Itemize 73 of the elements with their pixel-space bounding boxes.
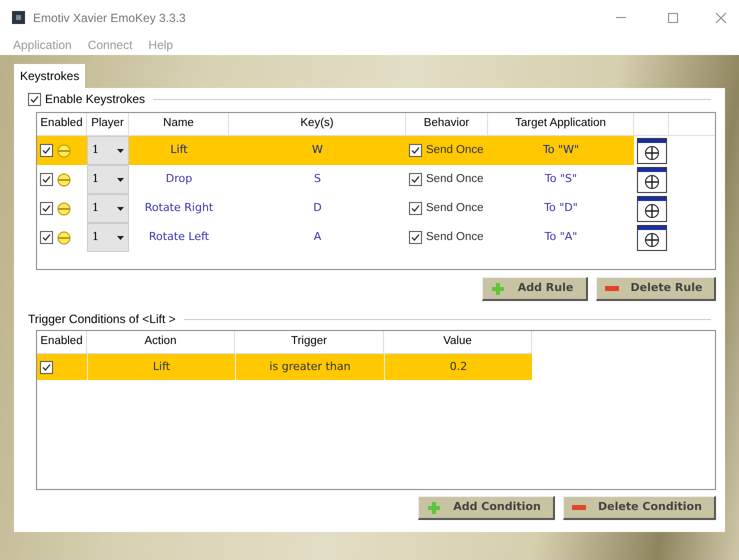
checkbox[interactable] bbox=[40, 231, 53, 244]
checkbox[interactable] bbox=[40, 360, 53, 374]
window-title: Emotiv Xavier EmoKey 3.3.3 bbox=[33, 10, 186, 26]
window-selector-button[interactable] bbox=[636, 138, 666, 164]
checkbox[interactable] bbox=[40, 144, 53, 157]
checkbox[interactable] bbox=[409, 173, 422, 186]
window-selector-button[interactable] bbox=[636, 196, 666, 222]
bulb-icon bbox=[57, 144, 71, 158]
checkbox[interactable] bbox=[409, 144, 422, 157]
menu-item[interactable]: Application bbox=[13, 36, 72, 54]
app-icon bbox=[12, 11, 25, 24]
checkbox[interactable] bbox=[40, 202, 53, 215]
crosshair-icon bbox=[644, 232, 660, 248]
minus-icon bbox=[572, 504, 586, 510]
behavior-label: Send Once bbox=[426, 230, 484, 245]
player-dropdown[interactable]: 1 bbox=[87, 194, 129, 223]
column-header: Target Application bbox=[488, 113, 634, 135]
check-icon bbox=[29, 94, 40, 104]
add-button[interactable]: Add Rule bbox=[482, 277, 588, 301]
check-icon bbox=[41, 203, 52, 214]
crosshair-icon bbox=[644, 144, 660, 160]
caret-icon bbox=[117, 178, 124, 182]
minus-icon bbox=[605, 286, 619, 292]
checkbox[interactable] bbox=[409, 202, 422, 215]
player-dropdown[interactable]: 1 bbox=[87, 165, 129, 194]
check-icon bbox=[41, 174, 52, 185]
window-selector-button[interactable] bbox=[636, 224, 666, 250]
add-button[interactable]: Add Condition bbox=[418, 496, 555, 520]
bulb-icon bbox=[57, 202, 71, 216]
checkbox[interactable] bbox=[28, 92, 41, 106]
close-icon[interactable] bbox=[715, 12, 727, 24]
player-dropdown[interactable]: 1 bbox=[87, 223, 129, 252]
section-title: Trigger Conditions of <Lift > bbox=[28, 311, 176, 328]
table-cell: Lift bbox=[129, 136, 229, 165]
check-icon bbox=[410, 174, 421, 185]
checkbox[interactable] bbox=[409, 231, 422, 244]
crosshair-icon bbox=[644, 202, 660, 218]
table-cell: is greater than bbox=[235, 354, 384, 380]
behavior-label: Send Once bbox=[426, 172, 484, 187]
caret-icon bbox=[117, 236, 124, 240]
plus-icon bbox=[491, 282, 505, 296]
table-cell: W bbox=[229, 136, 406, 165]
crosshair-icon bbox=[644, 174, 660, 190]
check-icon bbox=[410, 203, 421, 214]
check-icon bbox=[41, 362, 52, 372]
window-selector-button[interactable] bbox=[636, 166, 666, 192]
bulb-icon bbox=[57, 172, 71, 186]
delete-button[interactable]: Delete Condition bbox=[563, 496, 716, 520]
column-header: Name bbox=[129, 113, 229, 135]
player-dropdown[interactable]: 1 bbox=[87, 136, 129, 165]
check-icon bbox=[410, 232, 421, 243]
behavior-label: Send Once bbox=[426, 142, 484, 158]
menu-item[interactable]: Connect bbox=[88, 36, 132, 54]
tab[interactable]: Keystrokes bbox=[14, 64, 86, 88]
table-cell: 0.2 bbox=[384, 354, 532, 380]
table-cell: Lift bbox=[87, 354, 235, 380]
check-icon bbox=[410, 145, 421, 156]
check-icon bbox=[41, 145, 52, 156]
column-header: Behavior bbox=[406, 113, 488, 135]
table-cell: To "W" bbox=[488, 136, 634, 165]
checkbox[interactable] bbox=[40, 173, 53, 186]
column-header: Key(s) bbox=[229, 113, 406, 135]
menu-item[interactable]: Help bbox=[148, 36, 174, 54]
delete-button[interactable]: Delete Rule bbox=[596, 277, 716, 301]
caret-icon bbox=[117, 206, 124, 210]
plus-icon bbox=[427, 500, 441, 514]
bulb-icon bbox=[57, 230, 71, 244]
column-header: Player bbox=[87, 113, 129, 135]
check-icon bbox=[41, 232, 52, 243]
behavior-label: Send Once bbox=[426, 200, 484, 216]
enable-keystrokes-label: Enable Keystrokes bbox=[45, 91, 146, 108]
caret-icon bbox=[117, 148, 124, 152]
column-header: Enabled bbox=[37, 113, 87, 135]
